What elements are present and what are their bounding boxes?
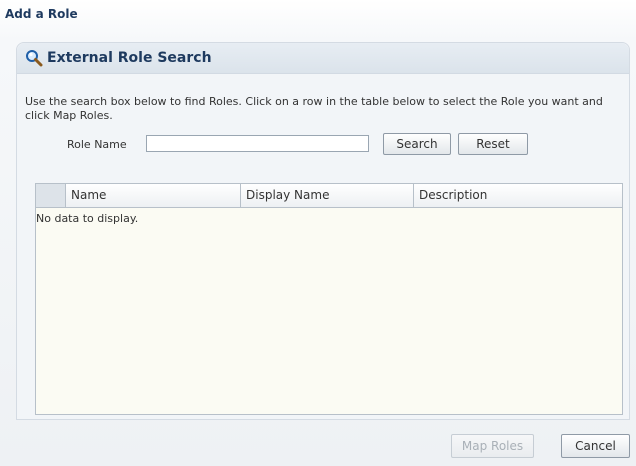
instructions-text: Use the search box below to find Roles. …: [25, 95, 603, 122]
add-role-dialog: Add a Role External Role Search Use the …: [0, 0, 636, 466]
search-button[interactable]: Search: [383, 133, 451, 155]
row-selector-header[interactable]: [36, 184, 66, 207]
panel-title: External Role Search: [47, 50, 212, 66]
dialog-title: Add a Role: [5, 7, 78, 21]
column-header-name[interactable]: Name: [66, 184, 241, 207]
reset-button[interactable]: Reset: [458, 133, 528, 155]
cancel-button[interactable]: Cancel: [561, 434, 630, 458]
dialog-footer: [0, 420, 636, 466]
column-header-description[interactable]: Description: [414, 184, 622, 207]
column-header-display-name[interactable]: Display Name: [241, 184, 414, 207]
external-role-search-panel: External Role Search Use the search box …: [16, 42, 630, 420]
empty-table-message: No data to display.: [36, 212, 139, 225]
magnifier-icon: [25, 49, 43, 67]
role-name-label: Role Name: [67, 138, 127, 151]
map-roles-button[interactable]: Map Roles: [451, 434, 534, 458]
role-name-input[interactable]: [146, 135, 369, 152]
roles-table[interactable]: Name Display Name Description No data to…: [35, 183, 623, 415]
panel-header: External Role Search: [17, 43, 629, 74]
table-header: Name Display Name Description: [36, 184, 622, 208]
